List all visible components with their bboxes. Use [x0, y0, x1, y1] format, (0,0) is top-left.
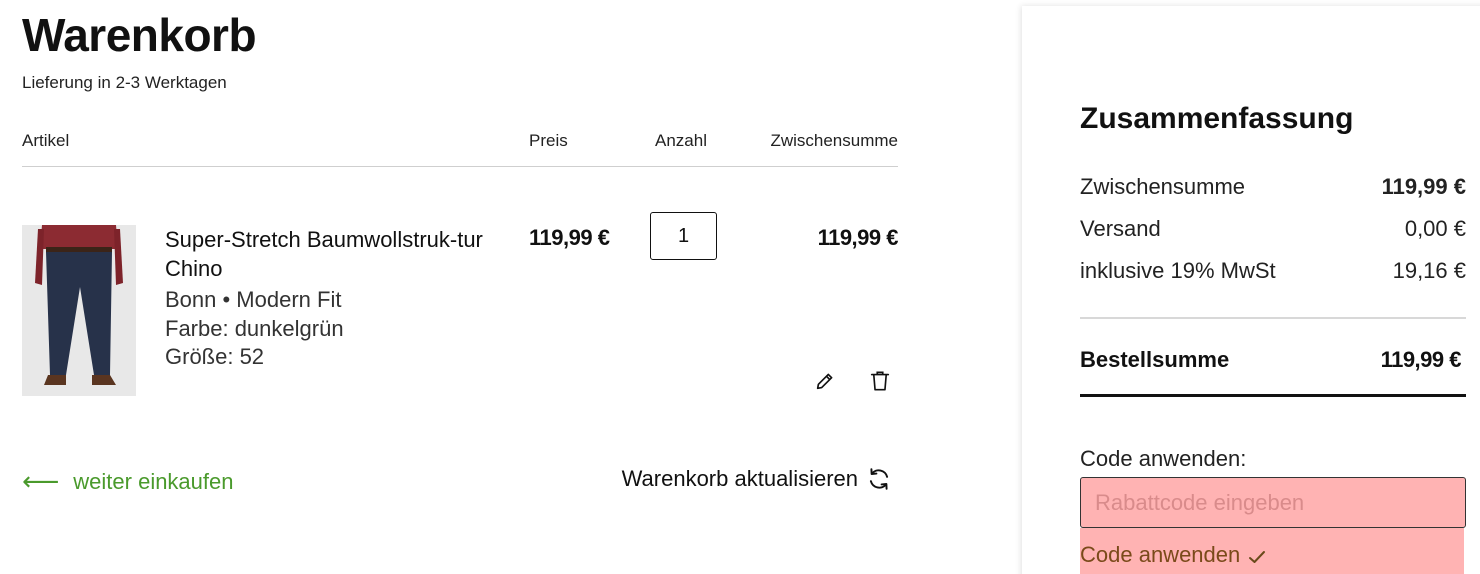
product-line: Bonn • Modern Fit [165, 287, 342, 312]
product-name[interactable]: Super-Stretch Baumwollstruk-tur Chino [165, 225, 510, 283]
product-color: Farbe: dunkelgrün [165, 316, 344, 341]
update-cart-label: Warenkorb aktualisieren [621, 466, 858, 491]
item-subtotal: 119,99 € [817, 225, 899, 250]
page-title: Warenkorb [22, 9, 257, 61]
product-image-graphic [22, 225, 136, 396]
quantity-input[interactable] [650, 212, 717, 260]
order-total-label: Bestellsumme [1080, 347, 1230, 372]
product-size: Größe: 52 [165, 344, 265, 369]
summary-row-shipping: Versand 0,00 € [1080, 216, 1466, 242]
order-summary-panel: Zusammenfassung Zwischensumme 119,99 € V… [1022, 6, 1480, 574]
apply-coupon-button[interactable]: Code anwenden [1080, 528, 1464, 574]
cart-section: Warenkorb Lieferung in 2-3 Werktagen Art… [22, 0, 899, 574]
summary-divider [1080, 317, 1466, 319]
order-total-row: Bestellsumme 119,99 € [1080, 347, 1466, 373]
column-header-subtotal: Zwischensumme [770, 131, 898, 150]
check-icon [1249, 551, 1266, 563]
summary-vat-label: inklusive 19% MwSt [1080, 258, 1276, 283]
coupon-code-input[interactable] [1080, 477, 1466, 528]
column-header-price: Preis [529, 131, 568, 150]
coupon-label: Code anwenden: [1080, 446, 1247, 471]
order-total-value: 119,99 € [1380, 347, 1462, 372]
summary-subtotal-label: Zwischensumme [1080, 174, 1246, 199]
summary-title: Zusammenfassung [1080, 102, 1354, 135]
product-image[interactable] [22, 225, 136, 396]
summary-vat-value: 19,16 € [1392, 258, 1466, 283]
refresh-icon [869, 468, 889, 490]
trash-icon [870, 371, 890, 391]
column-header-article: Artikel [22, 131, 70, 150]
edit-item-button[interactable] [812, 368, 838, 394]
cart-table-header: Artikel Preis Anzahl Zwischensumme [22, 131, 898, 167]
continue-shopping-label: weiter einkaufen [73, 468, 234, 494]
delete-item-button[interactable] [867, 368, 893, 394]
pencil-icon [816, 373, 833, 390]
continue-shopping-link[interactable]: ⟵ weiter einkaufen [22, 466, 234, 497]
apply-coupon-label: Code anwenden [1080, 542, 1241, 567]
summary-subtotal-value: 119,99 € [1381, 174, 1466, 199]
summary-row-vat: inklusive 19% MwSt 19,16 € [1080, 258, 1466, 284]
summary-shipping-label: Versand [1080, 216, 1161, 241]
arrow-left-icon: ⟵ [22, 466, 60, 496]
summary-shipping-value: 0,00 € [1404, 216, 1466, 241]
delivery-info: Lieferung in 2-3 Werktagen [22, 73, 227, 92]
total-underline [1080, 394, 1466, 397]
item-price: 119,99 € [529, 225, 610, 250]
summary-row-subtotal: Zwischensumme 119,99 € [1080, 174, 1466, 200]
column-header-quantity: Anzahl [655, 131, 707, 150]
cart-item-row: Super-Stretch Baumwollstruk-tur Chino Bo… [22, 212, 899, 402]
update-cart-button[interactable]: Warenkorb aktualisieren [622, 466, 892, 492]
